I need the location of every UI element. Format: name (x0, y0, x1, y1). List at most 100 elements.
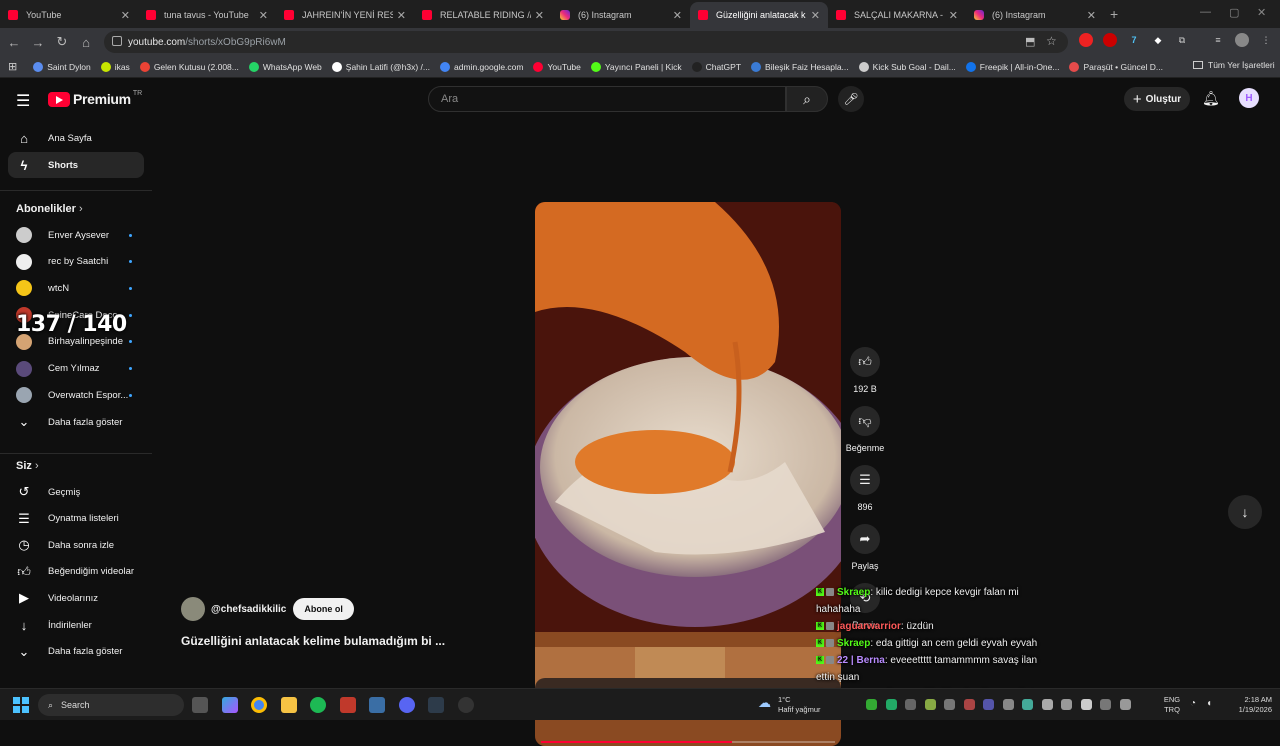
bookmark-item[interactable]: Paraşüt • Güncel D... (1069, 61, 1163, 72)
sidebar-item-you[interactable]: ↓ İndirilenler (8, 612, 144, 638)
sidebar-subscription[interactable]: wtcN (8, 275, 144, 301)
subscribe-button[interactable]: Abone ol (293, 598, 354, 620)
chrome-icon[interactable] (251, 697, 267, 713)
sidebar-item-you[interactable]: ◷ Daha sonra izle (8, 532, 144, 558)
close-window-icon[interactable]: ✕ (1257, 6, 1266, 19)
bookmark-item[interactable]: admin.google.com (440, 61, 523, 72)
bookmark-item[interactable]: Gelen Kutusu (2.008... (139, 61, 239, 72)
browser-tab[interactable]: (6) Instagram ✕ (552, 2, 690, 28)
extension-pin-icon[interactable] (1103, 33, 1117, 47)
tray-app-icon[interactable] (885, 699, 897, 710)
bookmark-item[interactable]: Bileşik Faiz Hesapla... (751, 61, 849, 72)
reload-icon[interactable]: ↻ (50, 34, 74, 50)
forward-icon[interactable]: → (26, 35, 50, 50)
comments-action[interactable]: ☰ 896 (848, 465, 882, 512)
extensions-puzzle-icon[interactable]: ⧉ (1175, 33, 1189, 47)
sidebar-item-shorts[interactable]: ϟ Shorts (8, 152, 144, 178)
tab-search-icon[interactable]: ≡ (1211, 33, 1225, 47)
tray-app-icon[interactable] (1041, 699, 1053, 710)
extension-red-icon[interactable] (1079, 33, 1093, 47)
close-tab-icon[interactable]: ✕ (121, 9, 130, 22)
weather-widget[interactable]: 1°C Hafif yağmur (778, 695, 821, 715)
sidebar-show-more-subscriptions[interactable]: ⌄ Daha fazla göster (8, 409, 144, 435)
tray-app-icon[interactable] (905, 699, 916, 710)
all-bookmarks-button[interactable]: Tüm Yer İşaretleri (1193, 60, 1275, 70)
browser-tab[interactable]: RELATABLE RIDING // Sad ✕ (414, 2, 552, 28)
home-browser-icon[interactable]: ⌂ (74, 35, 98, 50)
bookmark-item[interactable]: Saint Dylon (33, 61, 91, 72)
close-tab-icon[interactable]: ✕ (673, 9, 682, 22)
close-tab-icon[interactable]: ✕ (535, 9, 544, 22)
share-action[interactable]: ➦ Paylaş (848, 524, 882, 571)
minimize-icon[interactable]: — (1200, 6, 1211, 18)
bookmark-item[interactable]: Freepik | All-in-One... (965, 61, 1059, 72)
browser-tab[interactable]: YouTube ✕ (0, 2, 138, 28)
extension-diamond-icon[interactable]: ◆ (1151, 33, 1165, 47)
install-app-icon[interactable]: ⬒ (1025, 35, 1035, 48)
extension-7tv-icon[interactable]: 7 (1127, 33, 1141, 47)
input-language[interactable]: ENG TRQ (1160, 695, 1184, 715)
tray-app-icon[interactable] (963, 699, 975, 710)
copilot-icon[interactable] (222, 697, 238, 713)
sidebar-item-you[interactable]: ⌄ Daha fazla göster (8, 639, 144, 665)
bookmark-item[interactable]: Yayıncı Paneli | Kick (590, 61, 682, 72)
clock[interactable]: 2:18 AM 1/19/2026 (1222, 695, 1272, 715)
like-action[interactable]: 👍︎ 192 B (848, 347, 882, 394)
maximize-icon[interactable]: ▢ (1229, 6, 1239, 19)
short-title[interactable]: Güzelliğini anlatacak kelime bulamadığım… (181, 634, 445, 648)
browser-tab[interactable]: SALÇALI MAKARNA - TUR ✕ (828, 2, 966, 28)
shorts-video-player[interactable] (535, 202, 841, 746)
video-progress-bar[interactable] (541, 741, 835, 743)
back-icon[interactable]: ← (2, 35, 26, 50)
weather-icon[interactable]: ☁ (758, 695, 771, 711)
close-tab-icon[interactable]: ✕ (259, 9, 268, 22)
profile-avatar-icon[interactable] (1235, 33, 1249, 47)
taskbar-search-box[interactable]: ⌕ Search (38, 694, 184, 716)
task-view-icon[interactable] (192, 697, 208, 713)
close-tab-icon[interactable]: ✕ (1087, 9, 1096, 22)
tray-app-icon[interactable] (1100, 699, 1111, 710)
sidebar-item-you[interactable]: ↺ Geçmiş (8, 479, 144, 505)
bookmark-item[interactable]: WhatsApp Web (248, 61, 322, 72)
bookmark-item[interactable]: Şahin Latifi (@h3x) /... (331, 61, 430, 72)
close-tab-icon[interactable]: ✕ (949, 9, 958, 22)
sidebar-item-home[interactable]: ⌂ Ana Sayfa (8, 125, 144, 151)
app-red-icon[interactable] (340, 697, 356, 713)
channel-name[interactable]: @chefsadikkilic (211, 604, 286, 615)
bookmark-item[interactable]: ChatGPT (691, 61, 741, 72)
tray-app-icon[interactable] (1119, 699, 1131, 710)
bookmark-item[interactable]: Kick Sub Goal - Dail... (858, 61, 956, 72)
obs-icon[interactable] (458, 697, 474, 713)
bookmark-item[interactable]: ikas (100, 61, 130, 72)
terminal-icon[interactable] (428, 697, 444, 713)
volume-icon[interactable]: ◖ (1206, 698, 1212, 709)
app-blue-icon[interactable] (369, 697, 385, 713)
create-button[interactable]: + Oluştur (1124, 87, 1190, 111)
new-tab-icon[interactable]: + (1110, 6, 1118, 22)
tray-app-icon[interactable] (983, 699, 994, 710)
next-short-button[interactable]: ↓ (1228, 495, 1262, 529)
bookmark-item[interactable]: YouTube (533, 61, 581, 72)
notifications-bell-icon[interactable]: 🔔︎ (1202, 90, 1220, 107)
tray-app-icon[interactable] (866, 699, 877, 710)
tray-app-icon[interactable] (1061, 699, 1072, 710)
sidebar-subscription[interactable]: Overwatch Espor... (8, 382, 144, 408)
apps-grid-icon[interactable]: ⊞ (8, 60, 17, 73)
account-avatar[interactable]: H (1239, 88, 1259, 108)
browser-tab[interactable]: Güzelliğini anlatacak k ✕ (690, 2, 828, 28)
voice-search-button[interactable]: 🎤︎ (838, 86, 864, 112)
sidebar-item-you[interactable]: 👍︎ Beğendiğim videolar (8, 559, 144, 585)
sidebar-subscription[interactable]: Cem Yılmaz (8, 356, 144, 382)
search-input[interactable]: Ara (428, 86, 786, 112)
tray-app-icon[interactable] (1022, 699, 1033, 710)
sidebar-subscription[interactable]: Enver Aysever (8, 222, 144, 248)
discord-icon[interactable] (399, 697, 415, 713)
sidebar-item-you[interactable]: ☰ Oynatma listeleri (8, 506, 144, 532)
channel-avatar[interactable] (181, 597, 205, 621)
dislike-action[interactable]: 👎︎ Beğenme (846, 406, 884, 453)
hamburger-menu-icon[interactable]: ☰ (16, 91, 32, 111)
tray-app-icon[interactable] (1002, 699, 1014, 710)
network-icon[interactable]: ◔ (1190, 698, 1196, 709)
browser-tab[interactable]: JAHREIN'İN YENİ RESTOR ✕ (276, 2, 414, 28)
browser-menu-icon[interactable]: ⋮ (1259, 33, 1273, 47)
